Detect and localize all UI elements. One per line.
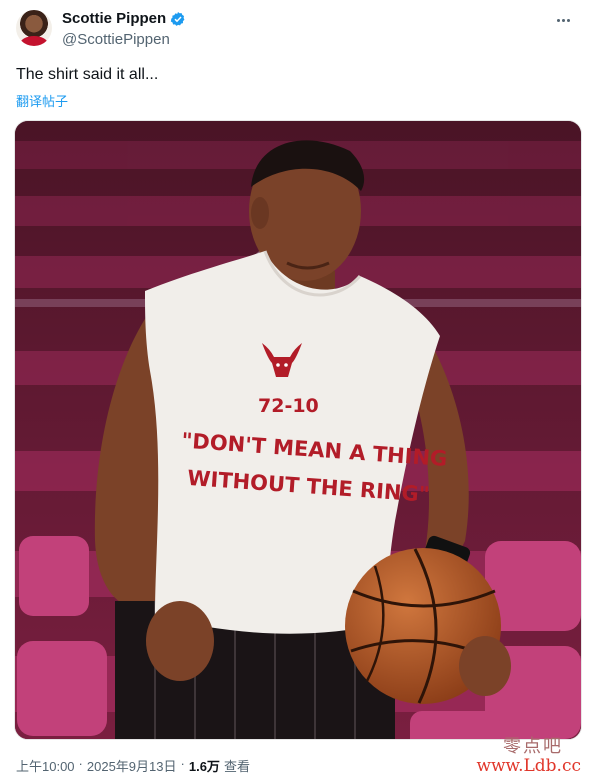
more-horizontal-icon[interactable] (551, 10, 575, 30)
author-name-row: Scottie Pippen (62, 10, 186, 27)
photo-illustration: 72-10 "DON'T MEAN A THING WITHOUT THE RI… (15, 121, 581, 739)
views-label[interactable]: 查看 (224, 756, 250, 775)
view-count: 1.6万 (188, 759, 220, 774)
post-date[interactable]: 2025年9月13日 (87, 756, 177, 775)
post-photo[interactable]: 72-10 "DON'T MEAN A THING WITHOUT THE RI… (14, 120, 582, 740)
post-text: The shirt said it all... (16, 66, 159, 83)
shirt-record: 72-10 (258, 395, 319, 417)
avatar[interactable] (16, 10, 52, 46)
post-time[interactable]: 上午10:00 (16, 756, 75, 775)
watermark-url: www.Ldb.cc (476, 756, 581, 776)
footer-separator: · (180, 756, 185, 771)
verified-badge-icon (170, 11, 185, 26)
author-handle[interactable]: @ScottiePippen (62, 31, 170, 48)
translate-post-link[interactable]: 翻译帖子 (16, 91, 68, 110)
watermark-text: 零点吧 (503, 736, 563, 757)
display-name[interactable]: Scottie Pippen (62, 10, 166, 27)
footer-separator: · (78, 756, 83, 771)
avatar-jersey (20, 36, 48, 46)
post-footer: 上午10:00 · 2025年9月13日 · 1.6万 查看 (16, 756, 250, 775)
